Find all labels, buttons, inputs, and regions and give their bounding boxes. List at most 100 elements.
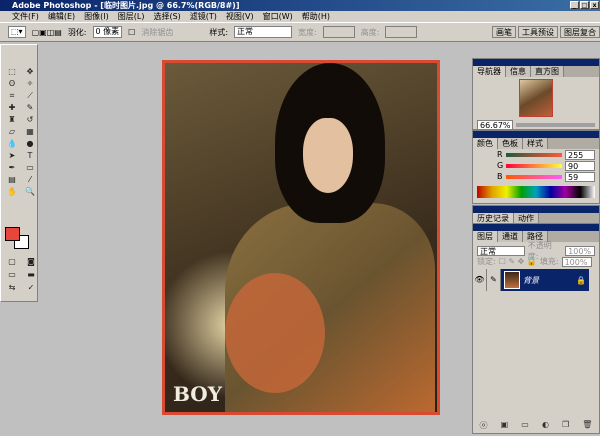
tab-color[interactable]: 颜色 xyxy=(473,138,498,149)
standard-mode-icon[interactable]: ▢ xyxy=(4,257,20,267)
brush-tool[interactable]: ✎ xyxy=(22,103,38,113)
tab-navigator[interactable]: 导航器 xyxy=(473,66,506,77)
slice-tool[interactable]: ⟋ xyxy=(22,91,38,101)
feather-input[interactable]: 0 像素 xyxy=(92,26,123,38)
check-icon[interactable]: ✓ xyxy=(23,283,39,293)
width-input[interactable] xyxy=(322,26,355,38)
feather-label: 羽化: xyxy=(67,27,87,37)
maximize-button[interactable]: □ xyxy=(580,1,589,9)
tab-swatches[interactable]: 色板 xyxy=(498,138,523,149)
height-input[interactable] xyxy=(385,26,418,38)
quick-mask-icon[interactable]: ◙ xyxy=(23,257,39,267)
trash-icon[interactable]: 🗑 xyxy=(582,420,592,431)
menu-view[interactable]: 视图(V) xyxy=(226,11,254,22)
antialias-checkbox[interactable]: ☐ xyxy=(128,28,135,37)
layer-row-background[interactable]: 👁 ✎ 背景 🔒 xyxy=(473,269,589,291)
style-select[interactable]: 正常 xyxy=(234,26,293,38)
color-spectrum[interactable] xyxy=(477,186,595,198)
color-panel: 颜色 色板 样式 R 255 G 90 B 59 xyxy=(472,130,600,204)
shape-tool[interactable]: ▭ xyxy=(22,163,38,173)
menu-window[interactable]: 窗口(W) xyxy=(263,11,293,22)
dodge-tool[interactable]: ● xyxy=(22,139,38,149)
zoom-tool[interactable]: 🔍 xyxy=(22,187,38,197)
marquee-tool[interactable]: ⬚ xyxy=(4,67,20,77)
selection-mode-icons[interactable]: ▢▣◫▤ xyxy=(32,28,62,37)
crop-tool[interactable]: ⌗ xyxy=(4,91,20,101)
b-value[interactable]: 59 xyxy=(565,171,595,182)
opacity-input[interactable]: 100% xyxy=(565,245,595,256)
type-tool[interactable]: T xyxy=(22,151,38,161)
menu-select[interactable]: 选择(S) xyxy=(153,11,180,22)
marquee-tool-preset[interactable]: ⬚▾ xyxy=(8,26,26,38)
menu-layer[interactable]: 图层(L) xyxy=(118,11,145,22)
tab-tool-presets[interactable]: 工具预设 xyxy=(518,26,558,38)
healing-tool[interactable]: ✚ xyxy=(4,103,20,113)
menu-bar: 文件(F) 编辑(E) 图像(I) 图层(L) 选择(S) 滤镜(T) 视图(V… xyxy=(0,11,600,22)
close-button[interactable]: x xyxy=(590,1,599,9)
blend-mode-select[interactable]: 正常 xyxy=(477,245,525,256)
style-label: 样式: xyxy=(209,27,229,37)
menu-image[interactable]: 图像(I) xyxy=(84,11,109,22)
navigator-thumbnail[interactable] xyxy=(519,79,553,117)
eyedropper-tool[interactable]: ⁄ xyxy=(22,175,38,185)
path-select-tool[interactable]: ➤ xyxy=(4,151,20,161)
b-label: B xyxy=(497,172,503,181)
tab-histogram[interactable]: 直方图 xyxy=(531,66,564,77)
gradient-tool[interactable]: ▦ xyxy=(22,127,38,137)
g-slider[interactable] xyxy=(506,163,562,168)
layer-style-icon[interactable]: ⓞ xyxy=(480,420,488,431)
height-label: 高度: xyxy=(360,27,380,37)
window-title: Adobe Photoshop - [临时图片.jpg @ 66.7%(RGB/… xyxy=(12,1,240,10)
tab-info[interactable]: 信息 xyxy=(506,66,531,77)
tab-channels[interactable]: 通道 xyxy=(498,231,523,242)
screen-mode-icon[interactable]: ▭ xyxy=(4,270,20,280)
palette-well: 画笔 工具预设 图层复合 xyxy=(492,22,600,38)
tab-styles[interactable]: 样式 xyxy=(523,138,548,149)
foreground-color-swatch[interactable] xyxy=(5,227,20,241)
antialias-label: 消除锯齿 xyxy=(141,27,174,37)
lock-label: 锁定: xyxy=(477,257,496,266)
fill-input[interactable]: 100% xyxy=(561,256,592,267)
fullscreen-mode-icon[interactable]: ▬ xyxy=(23,270,39,280)
blur-tool[interactable]: 💧 xyxy=(4,139,20,149)
adjustment-icon[interactable]: ◐ xyxy=(542,420,549,431)
r-slider[interactable] xyxy=(505,152,562,157)
zoom-slider[interactable] xyxy=(516,122,595,127)
menu-help[interactable]: 帮助(H) xyxy=(302,11,330,22)
document-canvas[interactable]: BOY xyxy=(162,60,440,415)
g-label: G xyxy=(497,161,504,170)
b-slider[interactable] xyxy=(505,174,562,179)
r-label: R xyxy=(497,150,503,159)
r-value[interactable]: 255 xyxy=(565,149,595,160)
move-tool[interactable]: ✥ xyxy=(22,67,38,77)
mask-icon[interactable]: ▣ xyxy=(501,420,509,431)
magic-wand-tool[interactable]: ✧ xyxy=(22,79,38,89)
minimize-button[interactable]: _ xyxy=(570,1,579,9)
stamp-tool[interactable]: ♜ xyxy=(4,115,20,125)
eraser-tool[interactable]: ▱ xyxy=(4,127,20,137)
lock-icons[interactable]: ☐ ✎ ✥ 🔒 xyxy=(499,257,537,266)
layer-name: 背景 xyxy=(523,275,539,285)
menu-edit[interactable]: 编辑(E) xyxy=(48,11,75,22)
history-brush-tool[interactable]: ↺ xyxy=(22,115,38,125)
brush-link-icon[interactable]: ✎ xyxy=(487,269,501,291)
lasso-tool[interactable]: ʘ xyxy=(4,79,20,89)
fill-label: 填充: xyxy=(539,257,559,266)
tab-layers[interactable]: 图层 xyxy=(473,231,498,242)
new-layer-icon[interactable]: ❐ xyxy=(562,420,569,431)
imageready-icon[interactable]: ⇆ xyxy=(4,283,20,293)
pen-tool[interactable]: ✒ xyxy=(4,163,20,173)
eye-icon[interactable]: 👁 xyxy=(473,269,487,291)
width-label: 宽度: xyxy=(298,27,317,37)
menu-file[interactable]: 文件(F) xyxy=(12,11,39,22)
menu-filter[interactable]: 滤镜(T) xyxy=(190,11,217,22)
logo: BOY xyxy=(173,382,222,406)
notes-tool[interactable]: ▤ xyxy=(4,175,20,185)
tab-brushes[interactable]: 画笔 xyxy=(492,26,516,38)
new-set-icon[interactable]: ▭ xyxy=(521,420,529,431)
hand-tool[interactable]: ✋ xyxy=(4,187,20,197)
g-value[interactable]: 90 xyxy=(565,160,595,171)
tab-layer-comps[interactable]: 图层复合 xyxy=(560,26,600,38)
zoom-level-input[interactable]: 66.67% xyxy=(477,119,513,130)
title-bar: Adobe Photoshop - [临时图片.jpg @ 66.7%(RGB/… xyxy=(0,0,600,11)
